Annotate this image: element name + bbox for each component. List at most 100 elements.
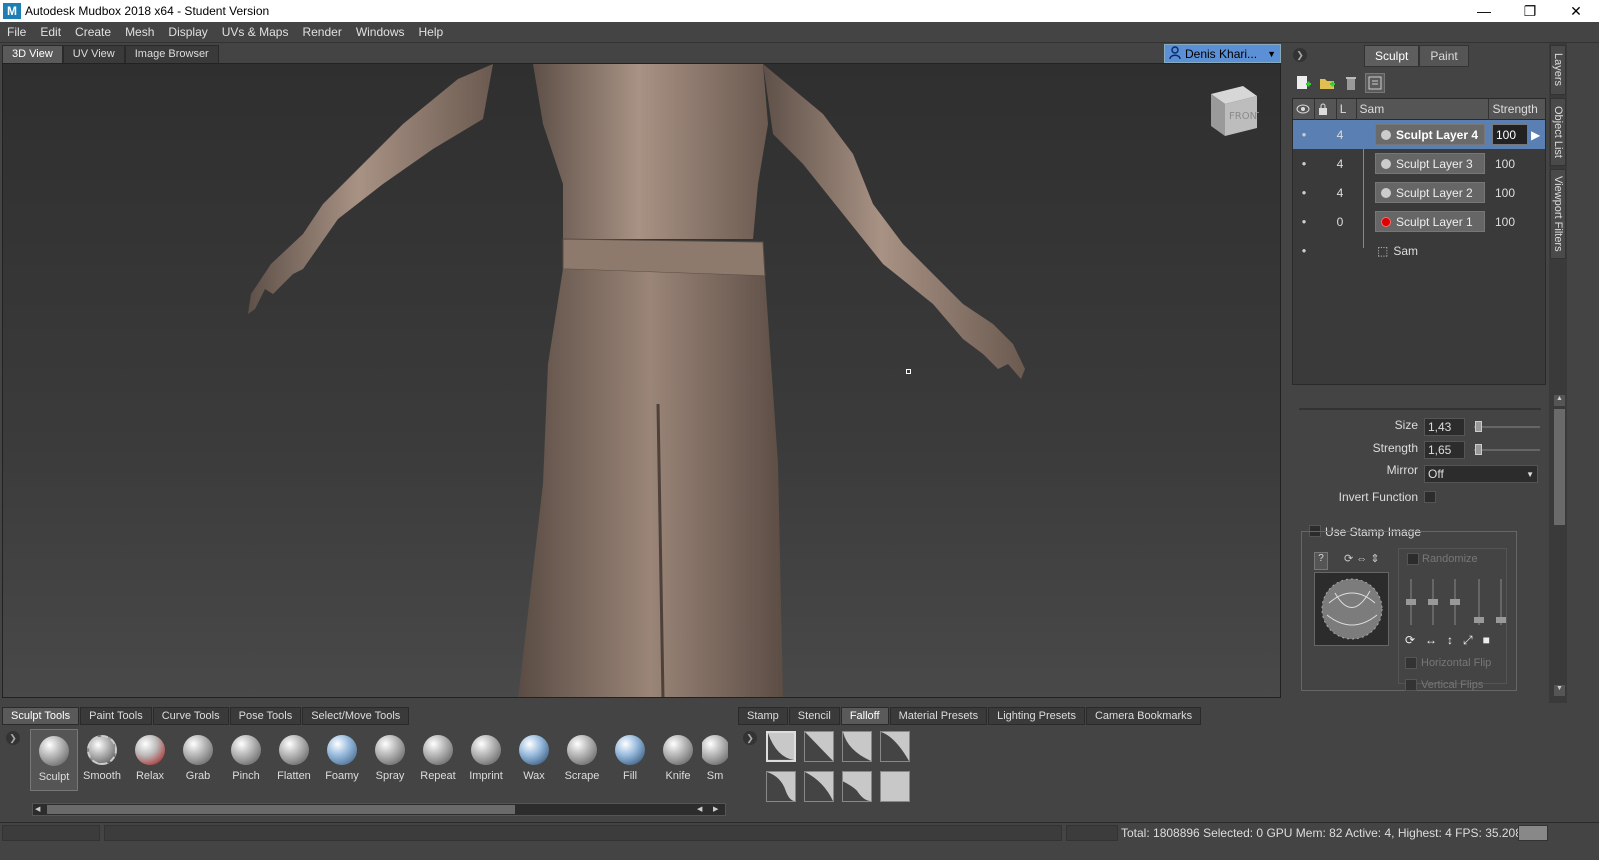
name-column[interactable]: Sam — [1357, 98, 1490, 120]
menu-create[interactable]: Create — [68, 25, 118, 39]
record-layer-icon[interactable]: ▶ — [1531, 128, 1543, 142]
preset-menu-icon[interactable]: ❯ — [743, 731, 757, 745]
stamp-image-preview[interactable] — [1314, 572, 1389, 646]
menu-display[interactable]: Display — [161, 25, 214, 39]
strength-slider-handle[interactable] — [1475, 444, 1482, 455]
new-layer-icon[interactable] — [1293, 73, 1313, 93]
scroll-thumb[interactable] — [47, 805, 515, 814]
menu-mesh[interactable]: Mesh — [118, 25, 161, 39]
visibility-column-icon[interactable] — [1293, 98, 1315, 120]
invert-function-checkbox[interactable] — [1424, 491, 1436, 503]
falloff-preset-icon[interactable] — [842, 731, 872, 762]
layer-strength-field[interactable]: 100 — [1492, 124, 1528, 145]
scroll-up-icon[interactable]: ▲ — [1554, 395, 1565, 406]
layer-strength-value[interactable]: 100 — [1492, 153, 1528, 174]
horizontal-flip-checkbox[interactable] — [1405, 657, 1417, 669]
falloff-preset-icon[interactable] — [880, 771, 910, 802]
tab-falloff[interactable]: Falloff — [840, 707, 889, 725]
collapse-panel-icon[interactable]: ❯ — [1293, 48, 1307, 62]
strength-column[interactable]: Strength — [1489, 99, 1545, 120]
layer-name-field[interactable]: Sculpt Layer 1 — [1375, 211, 1485, 232]
layer-row[interactable]: ● 4 Sculpt Layer 4 100 ▶ — [1293, 120, 1545, 149]
visibility-dot-icon[interactable]: ● — [1293, 188, 1315, 197]
randomize-type-icons[interactable]: ⟳↔↕⤢■ — [1405, 633, 1500, 648]
strength-slider[interactable] — [1474, 449, 1540, 451]
menu-render[interactable]: Render — [295, 25, 348, 39]
tab-pose-tools[interactable]: Pose Tools — [229, 707, 302, 725]
imprint-tool[interactable]: Imprint — [462, 729, 510, 791]
falloff-preset-icon[interactable] — [880, 731, 910, 762]
level-column[interactable]: L — [1337, 98, 1357, 120]
tab-uv-view[interactable]: UV View — [62, 45, 125, 63]
visibility-dot-icon[interactable]: ● — [1293, 130, 1315, 139]
scroll-right-icon[interactable]: ▶ — [713, 805, 723, 814]
smear-tool[interactable]: Sm — [702, 729, 728, 791]
tray-menu-icon[interactable]: ❯ — [6, 731, 20, 745]
grab-tool[interactable]: Grab — [174, 729, 222, 791]
tab-select-move-tools[interactable]: Select/Move Tools — [302, 707, 410, 725]
scroll-left-icon[interactable]: ◀ — [35, 805, 45, 814]
visibility-dot-icon[interactable]: ● — [1293, 246, 1315, 255]
size-field[interactable]: 1,43 — [1424, 418, 1465, 436]
properties-scrollbar[interactable]: ▲ ▼ — [1552, 395, 1566, 697]
foamy-tool[interactable]: Foamy — [318, 729, 366, 791]
close-button[interactable]: ✕ — [1553, 0, 1599, 22]
falloff-preset-icon[interactable] — [804, 771, 834, 802]
tab-layers[interactable]: Layers — [1550, 45, 1566, 95]
pinch-tool[interactable]: Pinch — [222, 729, 270, 791]
tab-camera-bookmarks[interactable]: Camera Bookmarks — [1085, 707, 1202, 725]
minimize-button[interactable]: — — [1461, 0, 1507, 22]
size-slider[interactable] — [1474, 426, 1540, 428]
tab-stamp[interactable]: Stamp — [738, 707, 788, 725]
menu-uvs-maps[interactable]: UVs & Maps — [215, 25, 296, 39]
flatten-tool[interactable]: Flatten — [270, 729, 318, 791]
randomize-checkbox[interactable] — [1407, 553, 1419, 565]
lock-column-icon[interactable] — [1315, 98, 1337, 120]
knife-tool[interactable]: Knife — [654, 729, 702, 791]
tab-image-browser[interactable]: Image Browser — [124, 45, 219, 63]
user-account-dropdown[interactable]: Denis Khari... ▼ — [1164, 44, 1281, 63]
layer-row[interactable]: ● 4 Sculpt Layer 2 100 — [1293, 178, 1545, 207]
new-folder-icon[interactable] — [1317, 73, 1337, 93]
tab-sculpt[interactable]: Sculpt — [1364, 45, 1420, 67]
menu-windows[interactable]: Windows — [349, 25, 412, 39]
tool-tray-scrollbar[interactable]: ◀ ◀ ▶ — [32, 803, 726, 816]
stamp-transform-icons[interactable]: ⟳ ⇔ ⇕ — [1344, 552, 1380, 565]
viewcube-icon[interactable]: FRONT — [1203, 84, 1259, 138]
falloff-preset-icon[interactable] — [804, 731, 834, 762]
randomize-sliders[interactable] — [1403, 577, 1507, 627]
layer-name-field[interactable]: Sculpt Layer 2 — [1375, 182, 1485, 203]
tab-lighting-presets[interactable]: Lighting Presets — [988, 707, 1085, 725]
layer-name-field[interactable]: Sculpt Layer 3 — [1375, 153, 1485, 174]
menu-file[interactable]: File — [0, 25, 33, 39]
tab-paint-tools[interactable]: Paint Tools — [80, 707, 152, 725]
falloff-preset-icon[interactable] — [842, 771, 872, 802]
menu-help[interactable]: Help — [412, 25, 451, 39]
scroll-down-icon[interactable]: ▼ — [1554, 685, 1565, 696]
fill-tool[interactable]: Fill — [606, 729, 654, 791]
tab-sculpt-tools[interactable]: Sculpt Tools — [2, 707, 80, 725]
falloff-preset-icon[interactable] — [766, 731, 796, 762]
layer-row[interactable]: ● 0 Sculpt Layer 1 100 — [1293, 207, 1545, 236]
scrape-tool[interactable]: Scrape — [558, 729, 606, 791]
layer-row[interactable]: ● 4 Sculpt Layer 3 100 — [1293, 149, 1545, 178]
3d-viewport[interactable]: FRONT — [2, 63, 1281, 698]
vertical-flip-checkbox[interactable] — [1405, 679, 1417, 691]
strength-field[interactable]: 1,65 — [1424, 441, 1465, 459]
falloff-preset-icon[interactable] — [766, 771, 796, 802]
layer-name-field[interactable]: Sculpt Layer 4 — [1375, 124, 1485, 145]
relax-tool[interactable]: Relax — [126, 729, 174, 791]
sculpt-tool[interactable]: Sculpt — [30, 729, 78, 791]
tab-curve-tools[interactable]: Curve Tools — [152, 707, 229, 725]
visibility-dot-icon[interactable]: ● — [1293, 159, 1315, 168]
repeat-tool[interactable]: Repeat — [414, 729, 462, 791]
visibility-dot-icon[interactable]: ● — [1293, 217, 1315, 226]
wax-tool[interactable]: Wax — [510, 729, 558, 791]
layer-options-icon[interactable] — [1365, 73, 1385, 93]
help-icon[interactable]: ? — [1314, 552, 1328, 570]
tab-viewport-filters[interactable]: Viewport Filters — [1550, 169, 1566, 259]
layer-strength-value[interactable]: 100 — [1492, 211, 1528, 232]
mesh-root-row[interactable]: ● ⬚ Sam — [1293, 236, 1545, 265]
spray-tool[interactable]: Spray — [366, 729, 414, 791]
size-slider-handle[interactable] — [1475, 421, 1482, 432]
